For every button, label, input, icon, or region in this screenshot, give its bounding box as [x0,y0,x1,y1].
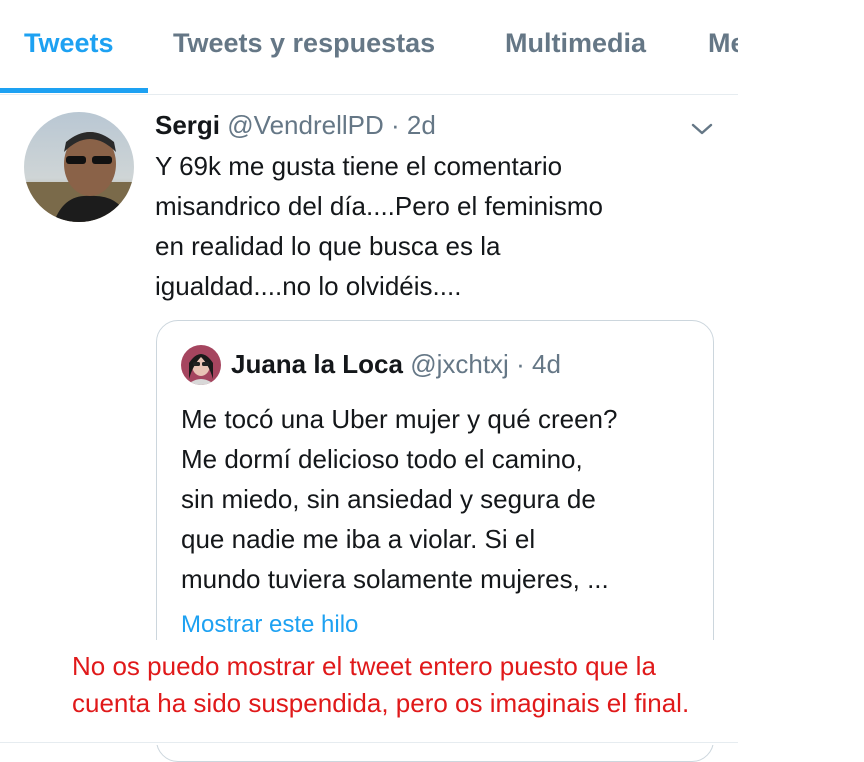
tweet-time[interactable]: 2d [407,110,436,140]
quoted-header: Juana la Loca @jxchtxj · 4d [231,349,561,380]
tweet-text-line: Y 69k me gusta tiene el comentario [155,151,563,181]
quoted-text-line: mundo tuviera solamente mujeres, ... [181,564,609,594]
author-name[interactable]: Sergi [155,110,220,140]
annotation-line: No os puedo mostrar el tweet entero pues… [72,651,656,681]
quoted-text-line: Me dormí delicioso todo el camino, [181,444,583,474]
tab-multimedia[interactable]: Multimedia [505,28,646,59]
active-tab-indicator [0,88,148,93]
author-handle[interactable]: @VendrellPD [227,110,383,140]
tab-me-gusta[interactable]: Me [708,28,738,59]
quoted-author-name: Juana la Loca [231,349,403,379]
quoted-avatar [181,345,221,385]
quoted-text: Me tocó una Uber mujer y qué creen? Me d… [181,399,701,599]
avatar[interactable] [24,112,134,222]
profile-tabs: Tweets Tweets y respuestas Multimedia Me [0,0,738,95]
quoted-time: 4d [531,349,561,379]
quoted-author-handle: @jxchtxj [410,349,509,379]
tweet-header: Sergi @VendrellPD · 2d [155,110,436,141]
separator-dot: · [390,110,400,140]
annotation-text: No os puedo mostrar el tweet entero pues… [72,648,812,722]
tweet-text: Y 69k me gusta tiene el comentario misan… [155,146,715,306]
tweet-text-line: igualdad....no lo olvidéis.... [155,271,462,301]
tab-tweets[interactable]: Tweets [24,28,114,59]
chevron-down-icon[interactable] [690,120,714,138]
tweet-text-line: en realidad lo que busca es la [155,231,501,261]
tab-tweets-y-respuestas[interactable]: Tweets y respuestas [173,28,435,59]
tweet-text-line: misandrico del día....Pero el feminismo [155,191,603,221]
quoted-text-line: que nadie me iba a violar. Si el [181,524,536,554]
divider [0,742,738,743]
separator-dot: · [516,349,525,379]
show-thread-link[interactable]: Mostrar este hilo [181,611,358,639]
annotation-line: cuenta ha sido suspendida, pero os imagi… [72,688,690,718]
quoted-text-line: sin miedo, sin ansiedad y segura de [181,484,596,514]
quoted-text-line: Me tocó una Uber mujer y qué creen? [181,404,618,434]
